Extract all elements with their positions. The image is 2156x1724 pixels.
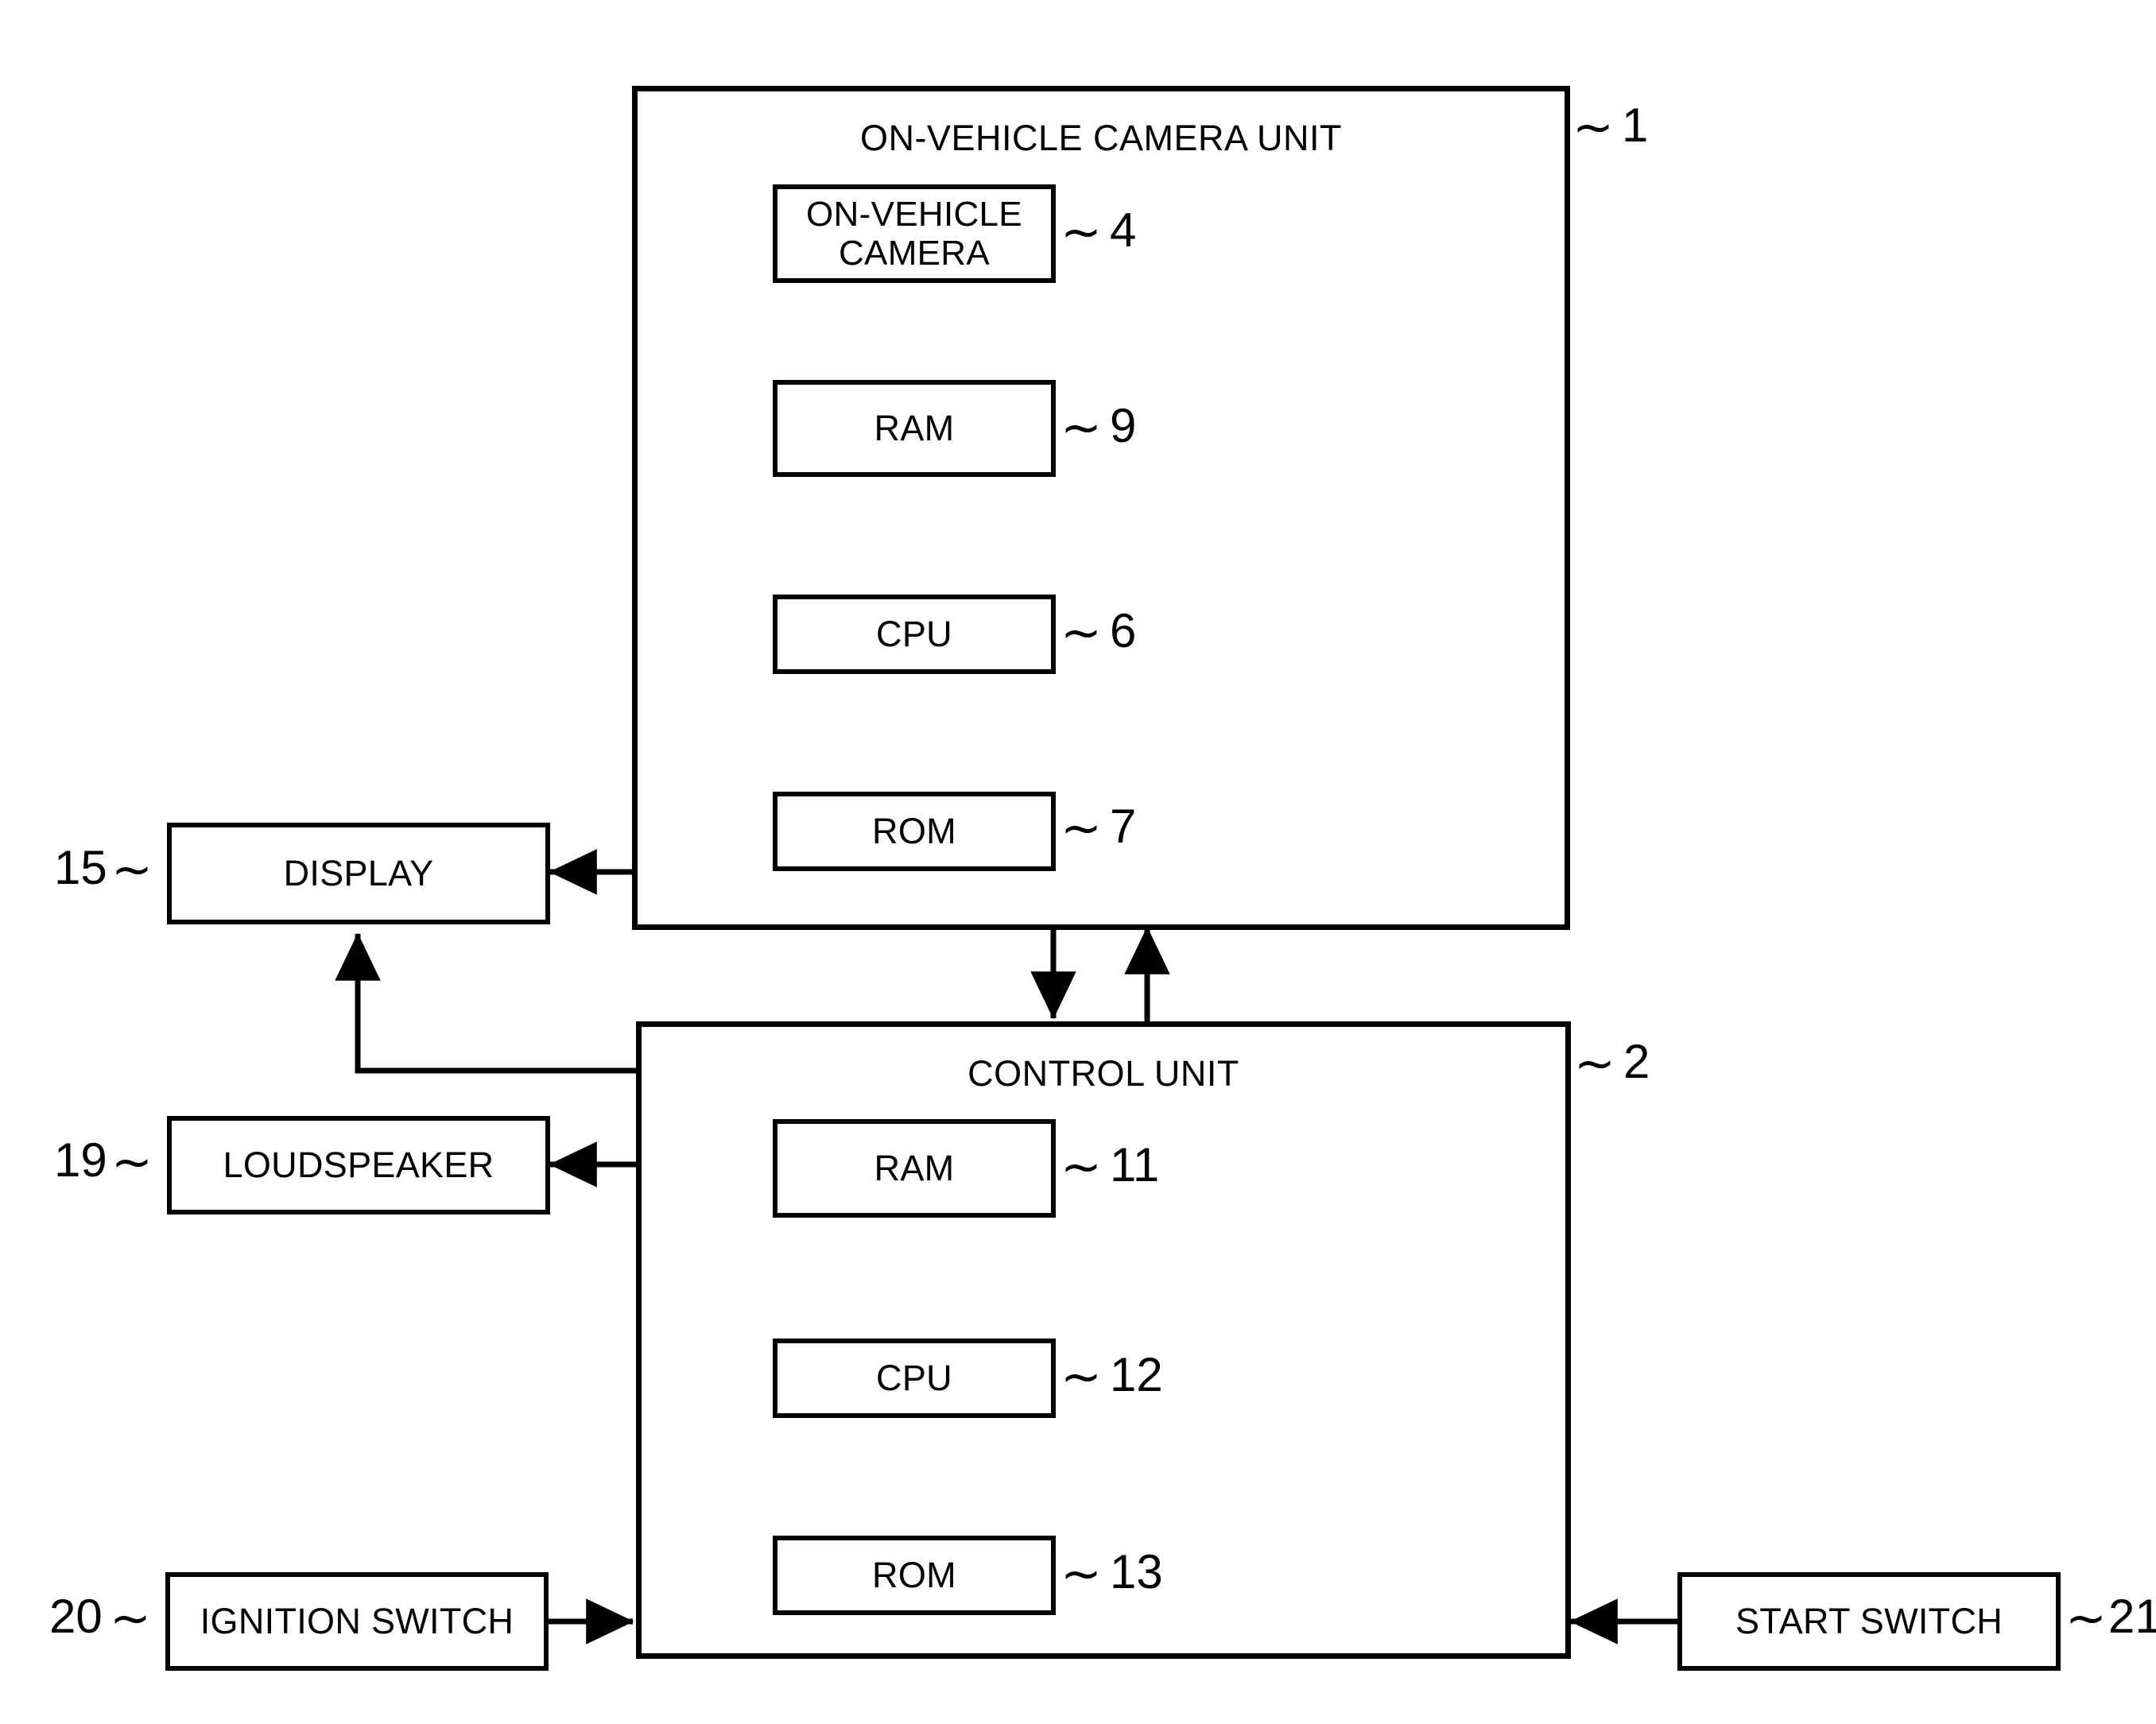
ref-leader-control-unit-cpu: ∼: [1061, 1350, 1102, 1404]
ref-number-ignition-switch: 20: [49, 1590, 103, 1643]
on-vehicle-camera-unit-title: ON-VEHICLE CAMERA UNIT: [859, 118, 1343, 158]
camera-unit-rom-label: ROM: [872, 810, 956, 851]
on-vehicle-camera-label-line1: ON-VEHICLE: [806, 194, 1022, 234]
camera-unit-cpu-label: CPU: [876, 613, 952, 654]
ref-leader-start-switch: ∼: [2065, 1591, 2107, 1646]
control-unit-cpu-label: CPU: [876, 1357, 952, 1398]
ref-leader-on-vehicle-camera: ∼: [1061, 205, 1102, 260]
ref-leader-camera-unit-ram: ∼: [1061, 401, 1102, 455]
ref-leader-control-unit-ram: ∼: [1061, 1140, 1102, 1195]
start-switch-label: START SWITCH: [1735, 1600, 2003, 1641]
camera-unit-ram-block: RAM: [773, 380, 1056, 477]
ref-number-on-vehicle-camera: 4: [1110, 203, 1137, 257]
display-label: DISPLAY: [283, 852, 434, 893]
ref-leader-camera-unit: ∼: [1572, 100, 1614, 155]
ref-leader-camera-unit-rom: ∼: [1061, 801, 1102, 856]
loudspeaker-block: LOUDSPEAKER: [167, 1116, 550, 1215]
control-unit-cpu-block: CPU: [773, 1339, 1056, 1418]
ref-number-display: 15: [54, 841, 107, 894]
ref-leader-loudspeaker: ∼: [111, 1135, 153, 1190]
camera-unit-rom-block: ROM: [773, 792, 1056, 871]
ref-leader-control-unit-rom: ∼: [1061, 1547, 1102, 1602]
ref-number-start-switch: 21: [2108, 1590, 2156, 1643]
figure-canvas: ON-VEHICLE CAMERA UNIT ON-VEHICLE CAMERA…: [0, 0, 2156, 1724]
ref-leader-control-unit: ∼: [1574, 1036, 1615, 1091]
control-unit-rom-block: ROM: [773, 1536, 1056, 1615]
control-unit-title: CONTROL UNIT: [967, 1053, 1239, 1094]
ref-number-control-unit-ram: 11: [1110, 1138, 1160, 1191]
ignition-switch-label: IGNITION SWITCH: [200, 1600, 514, 1641]
ref-number-camera-unit: 1: [1622, 99, 1649, 152]
control-unit-rom-label: ROM: [872, 1554, 956, 1595]
on-vehicle-camera-label-line2: CAMERA: [838, 234, 991, 273]
on-vehicle-camera-block: ON-VEHICLE CAMERA: [773, 184, 1056, 283]
ref-number-camera-unit-rom: 7: [1110, 800, 1137, 853]
camera-unit-cpu-block: CPU: [773, 595, 1056, 674]
ref-leader-camera-unit-cpu: ∼: [1061, 606, 1102, 661]
ref-leader-display: ∼: [111, 843, 153, 897]
control-unit-ram-block: RAM: [773, 1119, 1056, 1218]
ref-number-control-unit: 2: [1623, 1035, 1650, 1088]
control-unit-ram-label: RAM: [874, 1147, 955, 1188]
ignition-switch-block: IGNITION SWITCH: [165, 1572, 549, 1671]
ref-number-loudspeaker: 19: [54, 1133, 107, 1187]
display-block: DISPLAY: [167, 823, 550, 924]
loudspeaker-label: LOUDSPEAKER: [223, 1144, 494, 1185]
ref-number-camera-unit-ram: 9: [1110, 399, 1137, 452]
ref-number-camera-unit-cpu: 6: [1110, 604, 1137, 657]
camera-unit-ram-label: RAM: [874, 407, 955, 448]
ref-number-control-unit-cpu: 12: [1110, 1348, 1163, 1401]
start-switch-block: START SWITCH: [1677, 1572, 2061, 1671]
ref-leader-ignition-switch: ∼: [110, 1591, 151, 1646]
edge-control-unit-to-display: [335, 932, 636, 1074]
ref-number-control-unit-rom: 13: [1110, 1545, 1163, 1598]
